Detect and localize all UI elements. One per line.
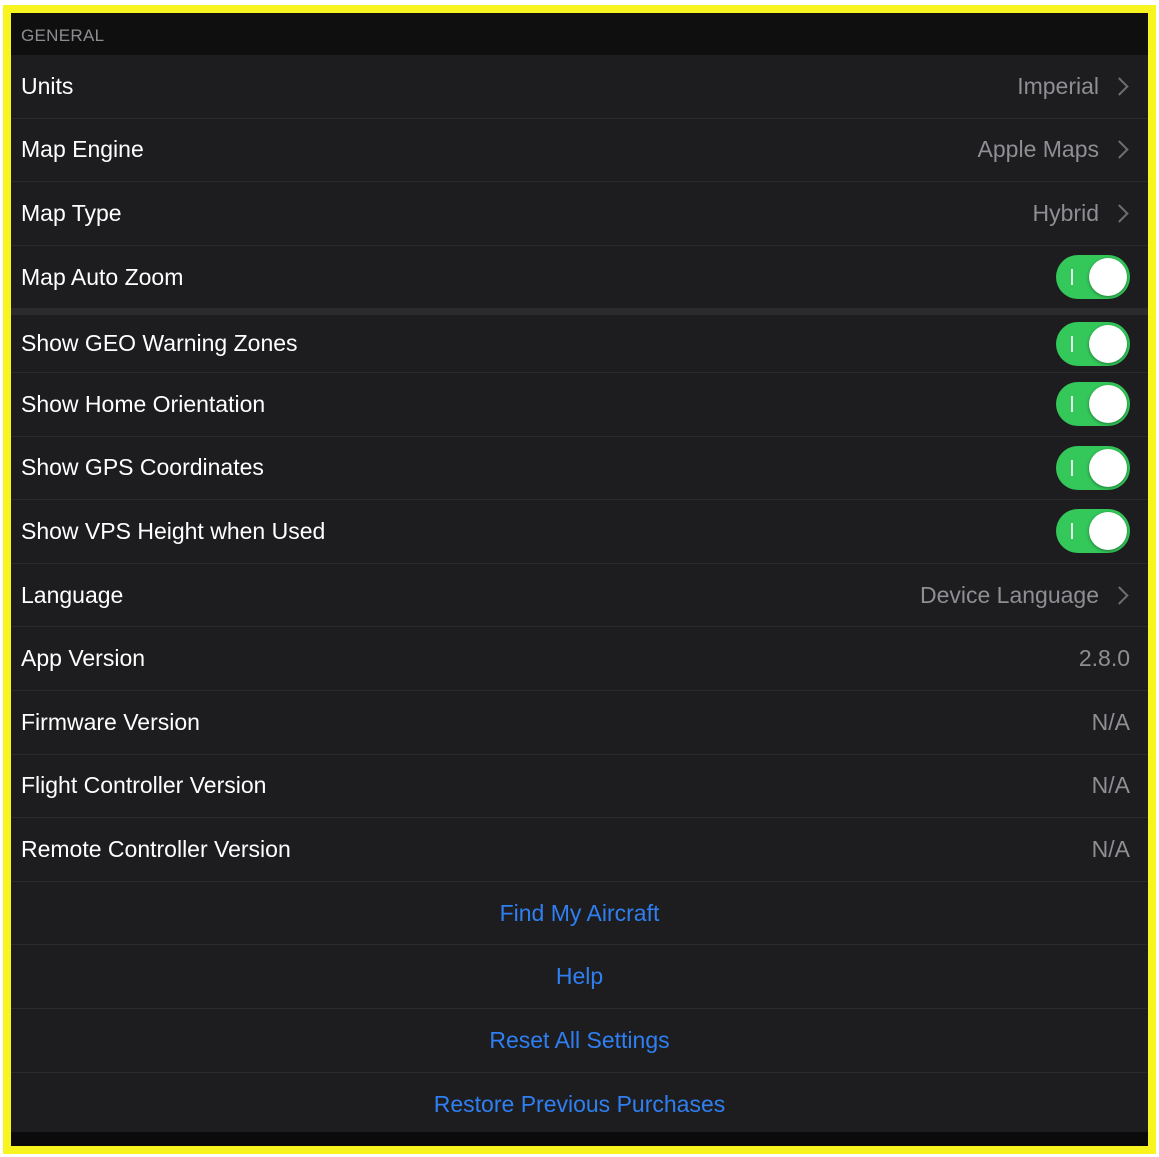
row-value: Device Language (919, 581, 1099, 608)
row-firmware-version: Firmware Version N/A (11, 691, 1148, 755)
row-value: 2.8.0 (1078, 645, 1130, 672)
toggle-on-mark (1071, 269, 1073, 286)
show-vps-height-toggle[interactable] (1056, 509, 1130, 554)
toggle-knob (1089, 385, 1127, 424)
row-value-group: Device Language (920, 582, 1130, 609)
row-value-group: Apple Maps (978, 136, 1130, 163)
chevron-right-icon (1110, 140, 1129, 160)
row-value-group: Hybrid (1033, 200, 1130, 227)
row-label: Show GEO Warning Zones (21, 330, 298, 357)
map-auto-zoom-toggle[interactable] (1056, 255, 1130, 300)
row-label: Show VPS Height when Used (21, 517, 326, 544)
row-show-home-orientation: Show Home Orientation (11, 373, 1148, 437)
settings-panel: GENERAL Units Imperial Map Engine Apple … (3, 5, 1156, 1154)
row-value: N/A (1091, 835, 1130, 862)
reset-all-settings-button[interactable]: Reset All Settings (11, 1009, 1148, 1073)
toggle-knob (1089, 324, 1127, 363)
row-label: Show GPS Coordinates (21, 454, 264, 481)
row-value: Hybrid (1032, 199, 1099, 226)
row-value: Apple Maps (977, 136, 1099, 163)
toggle-on-mark (1071, 396, 1073, 413)
toggle-knob (1089, 512, 1127, 551)
show-gps-coordinates-toggle[interactable] (1056, 445, 1130, 490)
row-label: Flight Controller Version (21, 772, 267, 799)
section-header-general: GENERAL (11, 13, 1148, 55)
row-app-version: App Version 2.8.0 (11, 627, 1148, 691)
row-show-geo-warning-zones: Show GEO Warning Zones (11, 309, 1148, 373)
row-map-type[interactable]: Map Type Hybrid (11, 182, 1148, 246)
row-label: Remote Controller Version (21, 835, 291, 862)
chevron-right-icon (1110, 77, 1129, 96)
toggle-on-mark (1071, 523, 1073, 540)
row-label: Map Type (21, 199, 122, 226)
row-label: Language (21, 581, 124, 608)
row-map-engine[interactable]: Map Engine Apple Maps (11, 119, 1148, 183)
row-units[interactable]: Units Imperial (11, 55, 1148, 119)
help-button[interactable]: Help (11, 945, 1148, 1009)
toggle-knob (1089, 258, 1127, 297)
row-value-group: 2.8.0 (1079, 645, 1130, 672)
chevron-right-icon (1110, 204, 1129, 223)
find-my-aircraft-button[interactable]: Find My Aircraft (11, 882, 1148, 946)
row-flight-controller-version: Flight Controller Version N/A (11, 755, 1148, 819)
row-label: Show Home Orientation (21, 390, 266, 417)
chevron-right-icon (1110, 585, 1129, 605)
row-value-group: N/A (1092, 772, 1130, 799)
bottom-bar (11, 1132, 1148, 1146)
row-value-group: N/A (1092, 709, 1130, 736)
toggle-on-mark (1071, 459, 1073, 476)
row-label: Firmware Version (21, 708, 200, 735)
row-value-group: Imperial (1017, 73, 1130, 100)
row-remote-controller-version: Remote Controller Version N/A (11, 818, 1148, 882)
row-label: Map Auto Zoom (21, 263, 184, 290)
show-geo-warning-zones-toggle[interactable] (1056, 321, 1130, 366)
row-label: Map Engine (21, 136, 144, 163)
row-language[interactable]: Language Device Language (11, 564, 1148, 628)
toggle-on-mark (1071, 335, 1073, 352)
row-label: App Version (21, 645, 146, 672)
row-label: Units (21, 72, 74, 99)
row-value-group: N/A (1092, 836, 1130, 863)
restore-previous-purchases-button[interactable]: Restore Previous Purchases (11, 1073, 1148, 1137)
toggle-knob (1089, 448, 1127, 487)
row-value: N/A (1091, 708, 1130, 735)
row-map-auto-zoom: Map Auto Zoom (11, 246, 1148, 310)
row-show-vps-height: Show VPS Height when Used (11, 500, 1148, 564)
show-home-orientation-toggle[interactable] (1056, 382, 1130, 427)
row-show-gps-coordinates: Show GPS Coordinates (11, 437, 1148, 501)
settings-list: Units Imperial Map Engine Apple Maps Map… (11, 55, 1148, 1137)
row-value: Imperial (1017, 72, 1099, 99)
row-value: N/A (1091, 772, 1130, 799)
